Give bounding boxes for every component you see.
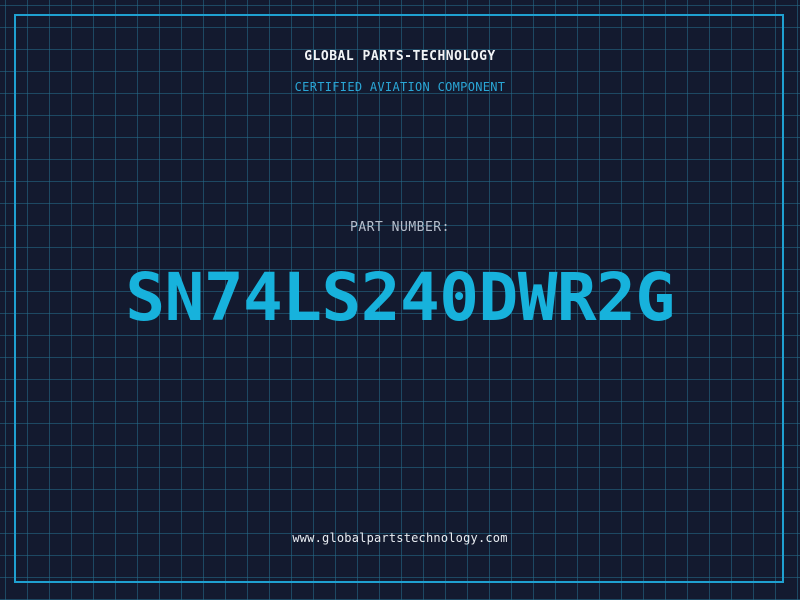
label-canvas: GLOBAL PARTS-TECHNOLOGY CERTIFIED AVIATI…: [0, 0, 800, 600]
tagline: CERTIFIED AVIATION COMPONENT: [294, 80, 506, 94]
part-number-label: PART NUMBER:: [350, 220, 450, 235]
website-url: www.globalpartstechnology.com: [292, 531, 508, 545]
brand-name: GLOBAL PARTS-TECHNOLOGY: [304, 49, 496, 64]
part-number: SN74LS240DWR2G: [125, 259, 675, 336]
